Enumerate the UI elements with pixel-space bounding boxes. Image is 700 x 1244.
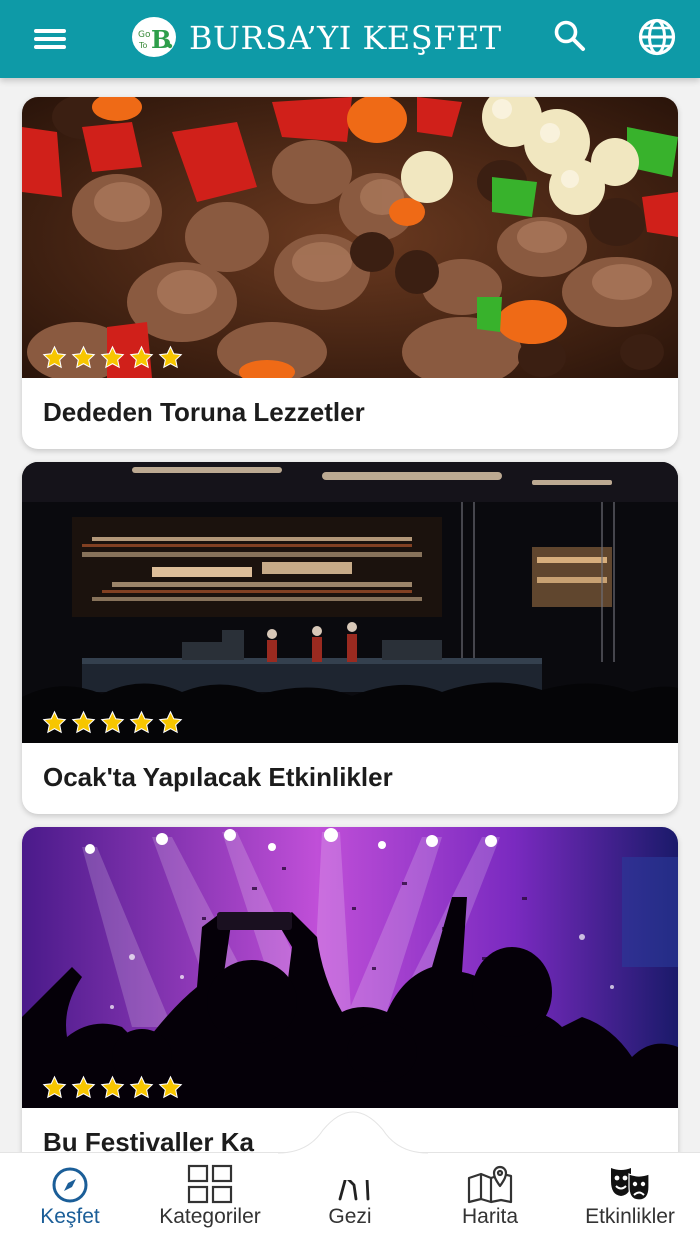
nav-item-harita[interactable]: Harita [440,1153,540,1244]
star-icon [129,710,154,734]
festival-crowd-image [22,827,678,1108]
feature-card[interactable]: Dededen Toruna Lezzetler [22,97,678,449]
star-icon [42,345,67,369]
feature-card[interactable]: Bu Festivaller Ka [22,827,678,1152]
concert-stage-image [22,462,678,743]
star-icon [129,1075,154,1099]
gotob-logo: Go To B [132,17,176,57]
card-title: Dededen Toruna Lezzetler [43,397,365,427]
app-header: Go To B BURSA’YI KEŞFET [0,0,700,78]
compass-icon [52,1167,88,1203]
svg-text:B: B [151,25,171,54]
star-icon [100,345,125,369]
feature-card[interactable]: Ocak'ta Yapılacak Etkinlikler [22,462,678,814]
app-brand-title: BURSA’YI KEŞFET [189,19,502,57]
svg-text:To: To [138,41,148,50]
nav-item-kategoriler[interactable]: Kategoriler [140,1153,280,1244]
nav-label: Etkinlikler [585,1205,675,1228]
nav-center-bump [278,1111,428,1180]
nav-label: Harita [461,1205,519,1228]
star-rating [42,710,183,735]
star-icon [71,1075,96,1099]
star-icon [158,1075,183,1099]
theater-masks-icon [611,1168,650,1201]
nav-label: Gezi [328,1205,372,1228]
star-icon [158,710,183,734]
svg-text:Go: Go [138,30,151,40]
nav-label: Kategoriler [159,1205,261,1228]
grid-icon [187,1164,233,1204]
star-icon [71,710,96,734]
star-rating [42,345,183,370]
hamburger-icon-line [34,37,66,41]
star-icon [100,710,125,734]
star-icon [42,1075,67,1099]
card-title: Bu Festivaller Ka [43,1127,254,1152]
nav-item-kesfet[interactable]: Keşfet [15,1153,125,1244]
card-title: Ocak'ta Yapılacak Etkinlikler [43,762,393,792]
star-rating [42,1075,183,1100]
discover-feed[interactable]: Dededen Toruna Lezzetler Ocak'ta Yapılac… [0,78,700,1152]
nav-label: Keşfet [40,1205,100,1228]
star-icon [129,345,154,369]
globe-language-icon[interactable] [637,17,677,57]
map-pin-icon [467,1165,513,1204]
menu-button[interactable] [30,22,70,56]
star-icon [71,345,96,369]
food-stew-image [22,97,678,378]
nav-item-etkinlikler[interactable]: Etkinlikler [570,1153,690,1244]
hamburger-icon-line [34,29,66,33]
star-icon [100,1075,125,1099]
star-icon [158,345,183,369]
search-icon[interactable] [552,18,588,54]
hamburger-icon-line [34,45,66,49]
star-icon [42,710,67,734]
